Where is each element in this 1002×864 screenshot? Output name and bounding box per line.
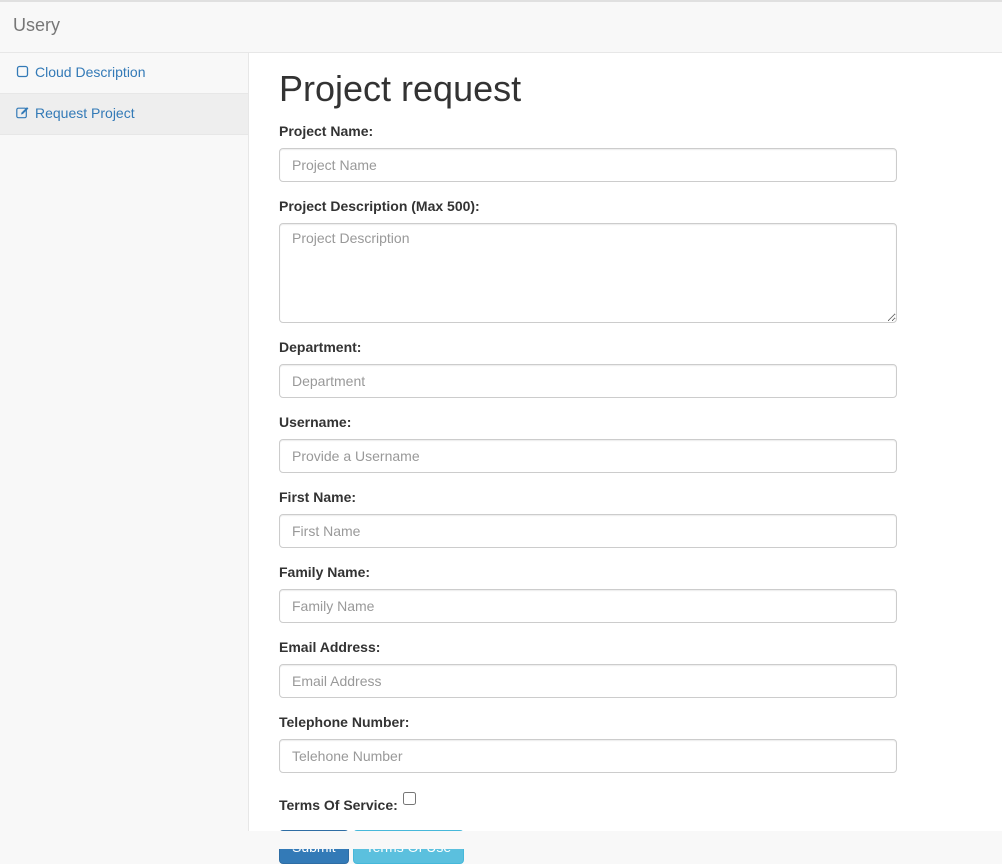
family-name-label: Family Name: [279,564,371,580]
telephone-input[interactable] [279,739,897,773]
terms-of-service-row: Terms Of Service: [279,788,897,814]
first-name-label: First Name: [279,489,357,505]
edit-icon [16,95,29,119]
family-name-group: Family Name: [279,563,897,623]
username-input[interactable] [279,439,897,473]
sidebar: Cloud Description Request Project [0,53,249,831]
project-name-group: Project Name: [279,122,897,182]
project-name-label: Project Name: [279,123,374,139]
sidebar-item-cloud-description[interactable]: Cloud Description [0,53,248,94]
first-name-group: First Name: [279,488,897,548]
square-icon [16,54,29,78]
email-group: Email Address: [279,638,897,698]
telephone-group: Telephone Number: [279,713,897,773]
project-name-input[interactable] [279,148,897,182]
footer-strip [0,831,1002,849]
email-label: Email Address: [279,639,381,655]
username-label: Username: [279,414,352,430]
terms-of-service-checkbox[interactable] [402,792,416,805]
page-title: Project request [279,68,522,109]
project-description-label: Project Description (Max 500): [279,198,480,214]
top-navbar: Usery [0,0,1002,53]
project-request-form: Project Name: Project Description (Max 5… [279,122,897,864]
department-input[interactable] [279,364,897,398]
family-name-input[interactable] [279,589,897,623]
first-name-input[interactable] [279,514,897,548]
username-group: Username: [279,413,897,473]
brand-link[interactable]: Usery [13,15,60,36]
sidebar-item-label: Request Project [35,105,135,121]
sidebar-item-label: Cloud Description [35,64,146,80]
terms-of-service-label: Terms Of Service: [279,797,398,813]
telephone-label: Telephone Number: [279,714,410,730]
project-description-textarea[interactable] [279,223,897,323]
department-group: Department: [279,338,897,398]
email-input[interactable] [279,664,897,698]
department-label: Department: [279,339,362,355]
sidebar-item-request-project[interactable]: Request Project [0,94,248,135]
project-description-group: Project Description (Max 500): [279,197,897,323]
main-content: Project request Project Name: Project De… [249,53,1002,864]
